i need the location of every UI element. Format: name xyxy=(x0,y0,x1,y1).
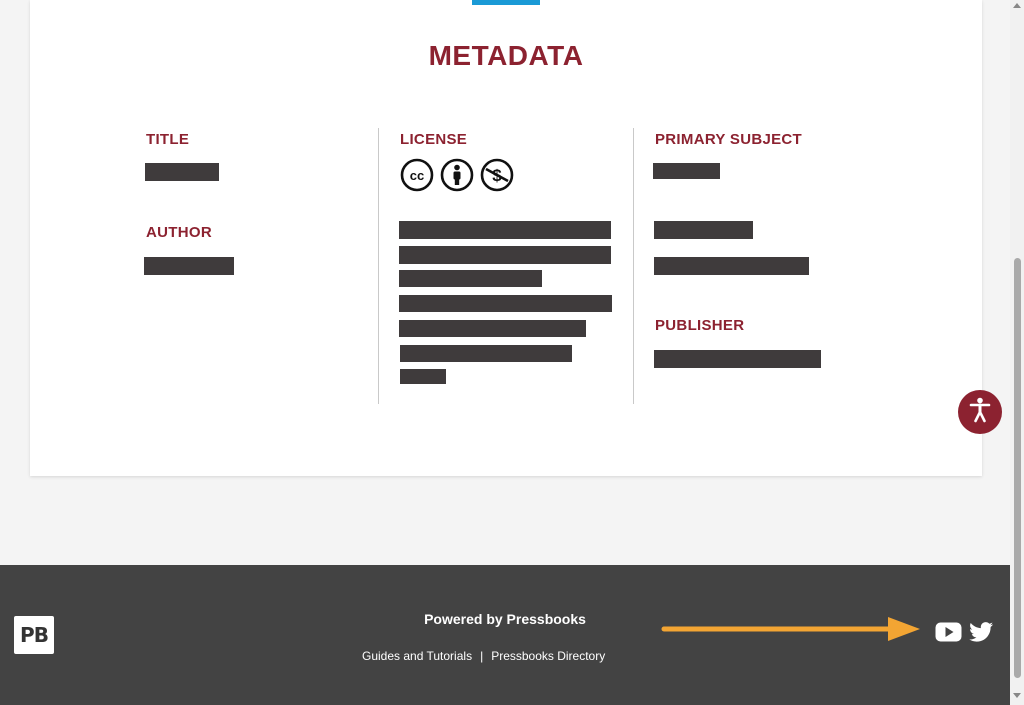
pressbooks-directory-link[interactable]: Pressbooks Directory xyxy=(491,649,605,663)
subject-value-redacted xyxy=(654,257,809,275)
author-label: AUTHOR xyxy=(146,224,212,241)
publisher-value-redacted xyxy=(654,350,821,368)
scrollbar-thumb[interactable] xyxy=(1014,258,1021,678)
twitter-icon[interactable] xyxy=(969,622,994,647)
svg-text:cc: cc xyxy=(410,168,424,183)
license-text-redacted xyxy=(399,246,611,264)
guides-tutorials-link[interactable]: Guides and Tutorials xyxy=(362,649,472,663)
scroll-up-arrow[interactable] xyxy=(1013,3,1021,8)
license-text-redacted xyxy=(399,270,542,287)
top-accent-bar xyxy=(472,0,540,5)
publisher-label: PUBLISHER xyxy=(655,317,745,334)
creative-commons-icon[interactable]: cc xyxy=(400,158,434,192)
license-text-redacted xyxy=(400,369,446,384)
link-separator: | xyxy=(480,649,484,663)
primary-subject-label: PRIMARY SUBJECT xyxy=(655,131,803,148)
column-divider-1 xyxy=(378,128,379,404)
title-label: TITLE xyxy=(146,131,190,148)
license-icons: cc $ xyxy=(400,158,514,192)
license-text-redacted xyxy=(399,295,612,312)
attribution-icon[interactable] xyxy=(440,158,474,192)
subject-value-redacted xyxy=(654,221,753,239)
accessibility-button[interactable] xyxy=(958,390,1002,434)
vertical-scrollbar[interactable] xyxy=(1010,0,1024,705)
orange-arrow xyxy=(661,617,920,641)
title-value-redacted xyxy=(145,163,219,181)
metadata-heading: METADATA xyxy=(428,40,584,71)
column-divider-2 xyxy=(633,128,634,404)
noncommercial-icon[interactable]: $ xyxy=(480,158,514,192)
license-text-redacted xyxy=(399,221,611,239)
metadata-card: METADATA TITLE AUTHOR LICENSE cc $ xyxy=(30,0,982,476)
license-text-redacted xyxy=(400,345,572,362)
primary-subject-value-redacted xyxy=(653,163,720,179)
accessibility-icon xyxy=(965,395,995,430)
author-value-redacted xyxy=(144,257,234,275)
youtube-icon[interactable] xyxy=(935,622,962,647)
license-label: LICENSE xyxy=(400,131,468,148)
footer-links: Guides and Tutorials | Pressbooks Director… xyxy=(362,649,605,663)
license-text-redacted xyxy=(399,320,586,337)
scroll-down-arrow[interactable] xyxy=(1013,693,1021,698)
